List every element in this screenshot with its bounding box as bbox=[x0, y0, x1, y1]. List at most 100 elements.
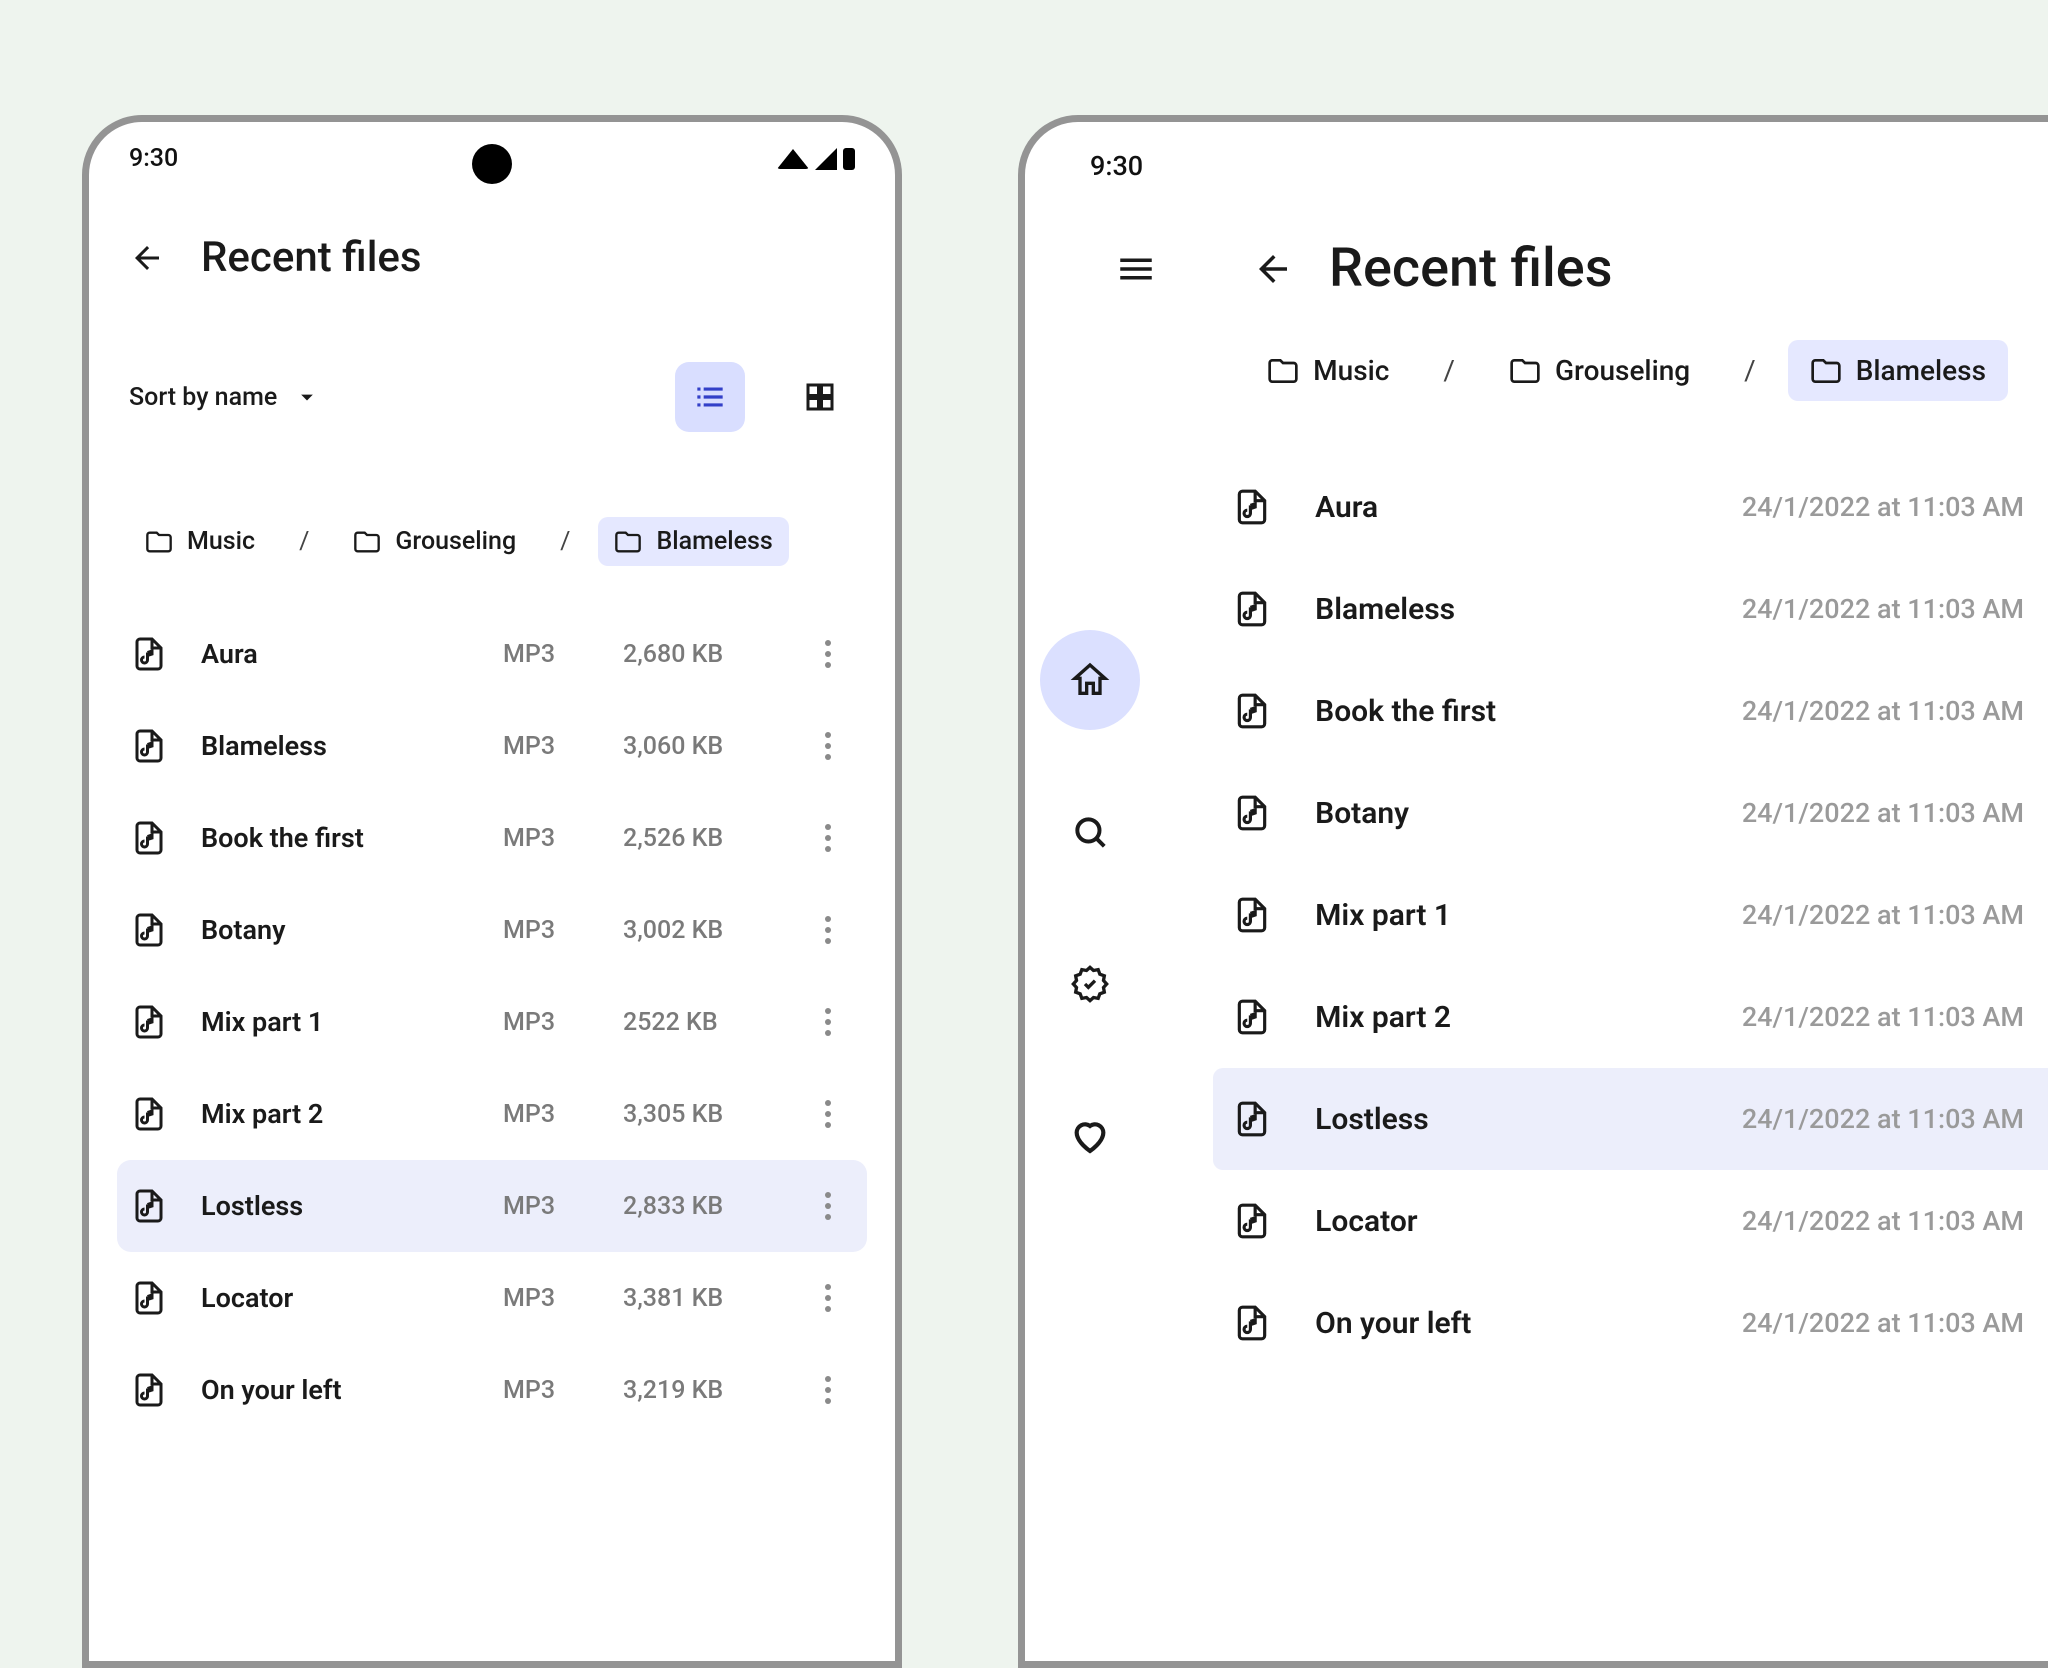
file-name: Lostless bbox=[1315, 1102, 1728, 1137]
file-row[interactable]: Aura 24/1/2022 at 11:03 AM bbox=[1213, 456, 2048, 558]
audio-file-icon bbox=[1233, 1304, 1271, 1342]
file-type: MP3 bbox=[503, 916, 613, 945]
nav-verified-button[interactable] bbox=[1040, 934, 1140, 1034]
more-options-button[interactable] bbox=[803, 916, 853, 944]
file-row[interactable]: Book the first MP3 2,526 KB bbox=[117, 792, 867, 884]
nav-rail bbox=[1025, 330, 1155, 1374]
file-row[interactable]: Mix part 2 MP3 3,305 KB bbox=[117, 1068, 867, 1160]
tablet-body: Music/Grouseling/Blameless Aura 24/1/202… bbox=[1025, 330, 2048, 1374]
file-row[interactable]: Lostless 24/1/2022 at 11:03 AM bbox=[1213, 1068, 2048, 1170]
back-icon[interactable] bbox=[129, 240, 165, 276]
folder-icon bbox=[614, 528, 642, 556]
file-row[interactable]: On your left 24/1/2022 at 11:03 AM bbox=[1213, 1272, 2048, 1374]
list-view-button[interactable] bbox=[675, 362, 745, 432]
file-name: Locator bbox=[1315, 1204, 1728, 1239]
sort-row: Sort by name bbox=[89, 312, 895, 462]
page-title: Recent files bbox=[1329, 237, 1613, 300]
file-size: 3,381 KB bbox=[623, 1284, 793, 1313]
audio-file-icon bbox=[131, 912, 167, 948]
file-size: 2,526 KB bbox=[623, 824, 793, 853]
breadcrumb-label: Grouseling bbox=[1555, 354, 1690, 387]
file-size: 3,002 KB bbox=[623, 916, 793, 945]
file-row[interactable]: Locator MP3 3,381 KB bbox=[117, 1252, 867, 1344]
breadcrumb-item[interactable]: Grouseling bbox=[337, 517, 532, 566]
more-options-button[interactable] bbox=[803, 1100, 853, 1128]
view-toggles bbox=[675, 362, 855, 432]
file-name: Aura bbox=[201, 638, 493, 670]
more-options-button[interactable] bbox=[803, 1284, 853, 1312]
status-time: 9:30 bbox=[129, 144, 178, 173]
breadcrumb-item[interactable]: Grouseling bbox=[1487, 340, 1712, 401]
file-date: 24/1/2022 at 11:03 AM bbox=[1742, 1307, 2024, 1339]
more-options-button[interactable] bbox=[803, 824, 853, 852]
file-type: MP3 bbox=[503, 1008, 613, 1037]
audio-file-icon bbox=[1233, 794, 1271, 832]
file-date: 24/1/2022 at 11:03 AM bbox=[1742, 1001, 2024, 1033]
breadcrumb-label: Music bbox=[1313, 354, 1389, 387]
status-bar: 9:30 bbox=[1025, 122, 2048, 192]
battery-icon bbox=[843, 148, 855, 170]
file-date: 24/1/2022 at 11:03 AM bbox=[1742, 1205, 2024, 1237]
file-name: Mix part 1 bbox=[1315, 898, 1728, 933]
breadcrumb-item[interactable]: Music bbox=[1245, 340, 1411, 401]
file-row[interactable]: Mix part 1 MP3 2522 KB bbox=[117, 976, 867, 1068]
file-row[interactable]: Aura MP3 2,680 KB bbox=[117, 608, 867, 700]
sort-button[interactable]: Sort by name bbox=[129, 383, 321, 412]
file-type: MP3 bbox=[503, 1284, 613, 1313]
grid-view-button[interactable] bbox=[785, 362, 855, 432]
breadcrumb-item[interactable]: Blameless bbox=[1788, 340, 2008, 401]
file-name: Aura bbox=[1315, 490, 1728, 525]
more-options-button[interactable] bbox=[803, 1376, 853, 1404]
audio-file-icon bbox=[1233, 896, 1271, 934]
nav-search-button[interactable] bbox=[1040, 782, 1140, 882]
tablet-device: 9:30 Recent files Music/Grouseling/Blame… bbox=[1018, 115, 2048, 1668]
wifi-icon bbox=[777, 149, 809, 169]
back-icon[interactable] bbox=[1252, 248, 1294, 290]
audio-file-icon bbox=[131, 1096, 167, 1132]
file-row[interactable]: Botany 24/1/2022 at 11:03 AM bbox=[1213, 762, 2048, 864]
file-size: 2,680 KB bbox=[623, 640, 793, 669]
file-date: 24/1/2022 at 11:03 AM bbox=[1742, 593, 2024, 625]
breadcrumb-item[interactable]: Blameless bbox=[598, 517, 788, 566]
audio-file-icon bbox=[1233, 1202, 1271, 1240]
file-name: Mix part 1 bbox=[201, 1006, 493, 1038]
more-options-button[interactable] bbox=[803, 1192, 853, 1220]
file-name: Locator bbox=[201, 1282, 493, 1314]
file-row[interactable]: Botany MP3 3,002 KB bbox=[117, 884, 867, 976]
file-row[interactable]: Mix part 1 24/1/2022 at 11:03 AM bbox=[1213, 864, 2048, 966]
file-row[interactable]: Mix part 2 24/1/2022 at 11:03 AM bbox=[1213, 966, 2048, 1068]
menu-icon[interactable] bbox=[1115, 248, 1157, 290]
file-type: MP3 bbox=[503, 1192, 613, 1221]
breadcrumb-separator: / bbox=[299, 527, 309, 556]
more-options-button[interactable] bbox=[803, 1008, 853, 1036]
file-list: Aura MP3 2,680 KB Blameless MP3 3,060 KB… bbox=[89, 596, 895, 1436]
file-date: 24/1/2022 at 11:03 AM bbox=[1742, 491, 2024, 523]
file-row[interactable]: Book the first 24/1/2022 at 11:03 AM bbox=[1213, 660, 2048, 762]
breadcrumb: Music/Grouseling/Blameless bbox=[89, 462, 895, 596]
breadcrumb-item[interactable]: Music bbox=[129, 517, 271, 566]
heart-icon bbox=[1070, 1116, 1110, 1156]
title-bar: Recent files bbox=[89, 183, 895, 312]
folder-icon bbox=[353, 528, 381, 556]
phone-device: 9:30 Recent files Sort by name Music / Gro… bbox=[82, 115, 902, 1668]
file-row[interactable]: On your left MP3 3,219 KB bbox=[117, 1344, 867, 1436]
file-type: MP3 bbox=[503, 824, 613, 853]
breadcrumb-label: Blameless bbox=[656, 527, 772, 556]
nav-favorites-button[interactable] bbox=[1040, 1086, 1140, 1186]
file-row[interactable]: Lostless MP3 2,833 KB bbox=[117, 1160, 867, 1252]
breadcrumb-label: Grouseling bbox=[395, 527, 516, 556]
chevron-down-icon bbox=[293, 383, 321, 411]
file-row[interactable]: Locator 24/1/2022 at 11:03 AM bbox=[1213, 1170, 2048, 1272]
tablet-content: Music/Grouseling/Blameless Aura 24/1/202… bbox=[1155, 330, 2048, 1374]
file-name: Mix part 2 bbox=[1315, 1000, 1728, 1035]
file-name: Blameless bbox=[201, 730, 493, 762]
file-row[interactable]: Blameless 24/1/2022 at 11:03 AM bbox=[1213, 558, 2048, 660]
more-options-button[interactable] bbox=[803, 640, 853, 668]
folder-icon bbox=[1267, 355, 1299, 387]
file-row[interactable]: Blameless MP3 3,060 KB bbox=[117, 700, 867, 792]
audio-file-icon bbox=[131, 1004, 167, 1040]
file-date: 24/1/2022 at 11:03 AM bbox=[1742, 695, 2024, 727]
nav-home-button[interactable] bbox=[1040, 630, 1140, 730]
audio-file-icon bbox=[131, 1372, 167, 1408]
more-options-button[interactable] bbox=[803, 732, 853, 760]
